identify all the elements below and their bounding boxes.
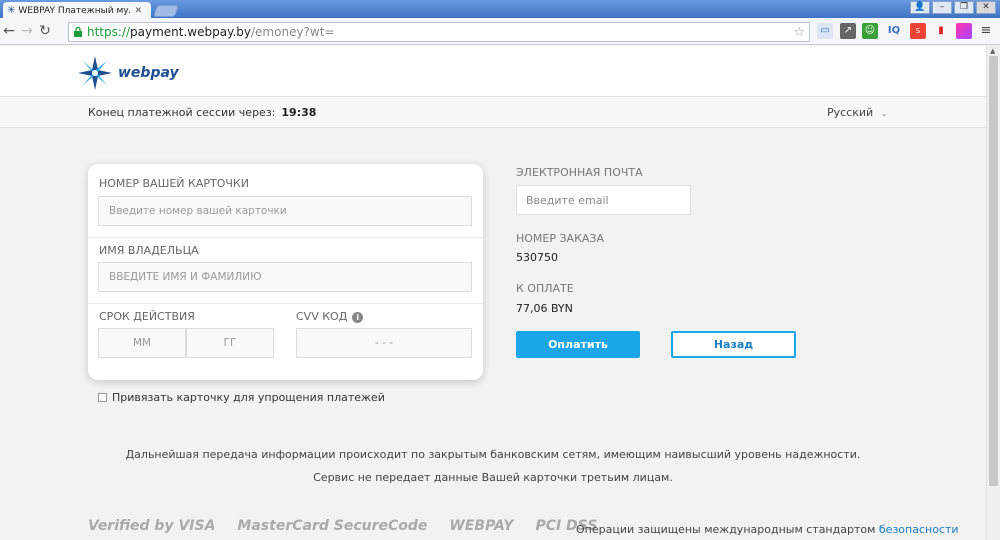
language-label: Русский [827, 106, 874, 119]
extension-icon[interactable]: ▭ [817, 23, 833, 39]
logo-text: webpay [118, 65, 179, 81]
session-time: 19:38 [281, 106, 317, 119]
extension-new-icon[interactable]: S [910, 23, 926, 39]
back-arrow-icon[interactable]: ← [0, 23, 18, 39]
expiry-label: СРОК ДЕЙСТВИЯ [99, 310, 195, 323]
browser-tab[interactable]: ✳ WEBPAY Платежный мульт ✕ [3, 2, 151, 19]
save-card-checkbox[interactable] [98, 393, 107, 402]
extension-iq-icon[interactable]: IQ [886, 23, 902, 39]
holder-name-input[interactable]: ВВЕДИТЕ ИМЯ И ФАМИЛИЮ [98, 262, 472, 292]
language-select[interactable]: Русский ⌄ [827, 106, 887, 119]
holder-label: ИМЯ ВЛАДЕЛЬЦА [99, 244, 199, 257]
cvv-label-wrap: CVV КОД i [296, 310, 364, 323]
forward-arrow-icon[interactable]: → [18, 23, 36, 39]
back-button[interactable]: Назад [671, 331, 796, 358]
scroll-thumb[interactable] [989, 56, 998, 486]
info-icon[interactable]: i [352, 311, 364, 323]
card-form: НОМЕР ВАШЕЙ КАРТОЧКИ Введите номер вашей… [88, 164, 483, 380]
save-card-label: Привязать карточку для упрощения платеже… [112, 391, 385, 404]
security-note-1: Дальнейшая передача информации происходи… [125, 448, 861, 461]
session-label: Конец платежной сессии через: [88, 106, 276, 119]
footer-logo: MasterCard SecureCode [237, 518, 428, 534]
card-number-input[interactable]: Введите номер вашей карточки [98, 196, 472, 226]
expiry-month-input[interactable]: ММ [98, 328, 186, 358]
expiry-year-input[interactable]: ГГ [186, 328, 274, 358]
tab-close-icon[interactable]: ✕ [133, 6, 143, 16]
order-number-label: НОМЕР ЗАКАЗА [516, 232, 604, 245]
security-note-2: Сервис не передает данные Вашей карточки… [313, 471, 673, 484]
extension-bookmark-icon[interactable]: ▮ [933, 23, 949, 39]
cvv-input[interactable]: - - - [296, 328, 472, 358]
email-input[interactable]: Введите email [516, 185, 691, 215]
scrollbar[interactable]: ▲ [986, 46, 1000, 540]
browser-titlebar: ✳ WEBPAY Платежный мульт ✕ 👤 – ❐ ✕ [0, 0, 1000, 19]
order-number: 530750 [516, 251, 558, 264]
footer-logo: Verified by VISA [88, 518, 216, 534]
webpay-favicon-icon: ✳ [7, 5, 16, 16]
amount-label: К ОПЛАТЕ [516, 282, 574, 295]
webpay-logo[interactable]: webpay [78, 56, 179, 90]
email-label: ЭЛЕКТРОННАЯ ПОЧТА [516, 166, 643, 179]
footer-security-label: Операции защищены международным стандарт… [576, 523, 876, 536]
amount-value: 77,06 BYN [516, 302, 573, 315]
card-number-label: НОМЕР ВАШЕЙ КАРТОЧКИ [99, 177, 249, 190]
divider [88, 237, 483, 238]
save-card-option[interactable]: Привязать карточку для упрощения платеже… [98, 391, 385, 404]
address-bar[interactable]: https:// payment.webpay.by /emoney?wt= ☆ [68, 22, 810, 42]
divider [88, 303, 483, 304]
reload-icon[interactable]: ↻ [36, 23, 54, 39]
close-window-button[interactable]: ✕ [976, 1, 996, 14]
url-scheme: https:// [87, 25, 131, 39]
extension-face-icon[interactable]: ☺ [862, 23, 878, 39]
extension-chart-icon[interactable]: ↗ [840, 23, 856, 39]
extension-color-icon[interactable] [956, 23, 972, 39]
scroll-up-icon[interactable]: ▲ [990, 47, 995, 55]
url-path: /emoney?wt= [251, 25, 335, 39]
user-icon[interactable]: 👤 [910, 1, 930, 14]
restore-button[interactable]: ❐ [954, 1, 974, 14]
footer-logos: Verified by VISA MasterCard SecureCode W… [88, 518, 597, 534]
footer-security-text: Операции защищены международным стандарт… [576, 523, 959, 536]
webpay-star-icon [78, 56, 112, 90]
lock-icon [74, 27, 82, 37]
footer-logo: WEBPAY [449, 518, 514, 534]
menu-icon[interactable]: ≡ [978, 23, 994, 39]
chevron-down-icon: ⌄ [880, 109, 888, 118]
cvv-label: CVV КОД [296, 310, 348, 323]
pay-button[interactable]: Оплатить [516, 331, 640, 358]
url-host: payment.webpay.by [130, 25, 251, 39]
bookmark-star-icon[interactable]: ☆ [793, 25, 805, 40]
security-link[interactable]: безопасности [879, 523, 959, 536]
tab-title: WEBPAY Платежный мульт [18, 5, 130, 16]
session-timer: Конец платежной сессии через: 19:38 [88, 106, 316, 119]
minimize-button[interactable]: – [932, 1, 952, 14]
new-tab-button[interactable] [152, 5, 180, 17]
